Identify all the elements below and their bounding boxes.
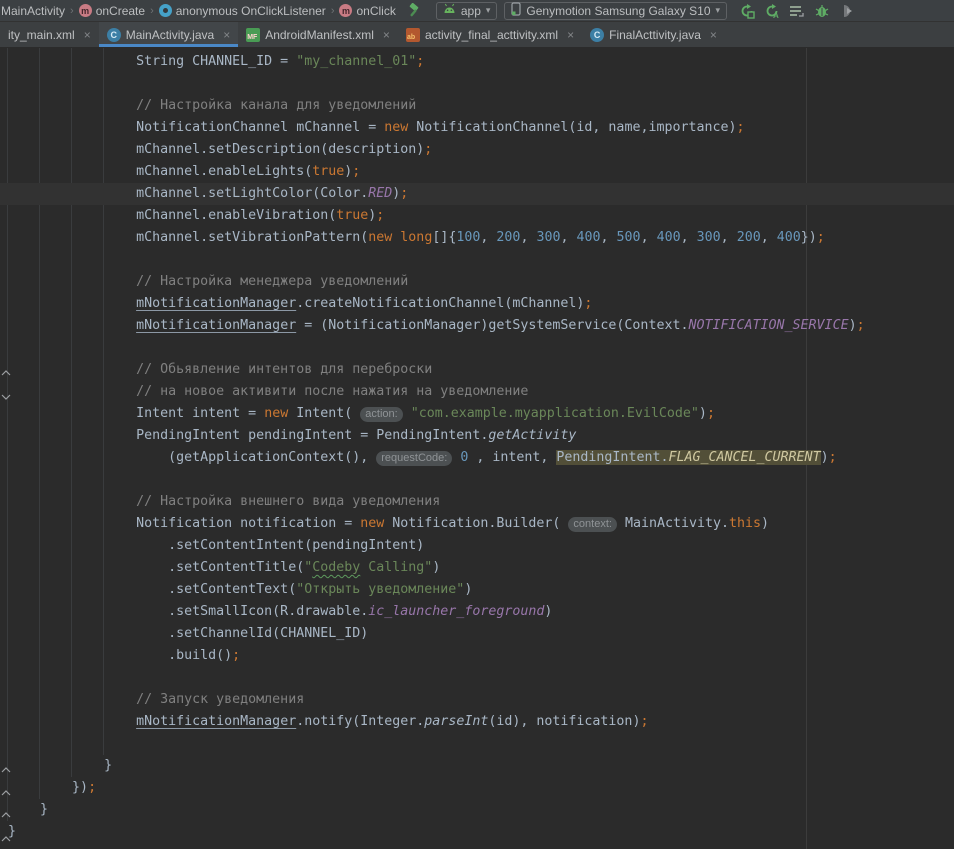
tab-label: activity_final_acttivity.xml: [425, 28, 558, 42]
tab-label: MainActivity.java: [126, 28, 214, 42]
device-label: Genymotion Samsung Galaxy S10: [526, 4, 710, 18]
code-line[interactable]: [0, 733, 954, 755]
android-studio-window: MainActivity › m onCreate › anonymous OnClick…: [0, 0, 954, 849]
chevron-down-icon: ▾: [486, 5, 491, 16]
attach-debugger-icon[interactable]: [839, 3, 855, 19]
editor-tabs: ity_main.xml × C MainActivity.java × MF Androi…: [0, 22, 954, 47]
breadcrumb-separator: ›: [70, 5, 74, 17]
code-line[interactable]: // на новое активити после нажатия на ув…: [0, 381, 954, 403]
breadcrumb-separator: ›: [150, 5, 154, 17]
code-line[interactable]: }: [0, 799, 954, 821]
breadcrumb-item[interactable]: m onCreate: [79, 4, 145, 18]
tab-activity-final-acttivity-xml[interactable]: ab activity_final_acttivity.xml ×: [398, 22, 582, 47]
manifest-file-icon: MF: [246, 28, 260, 42]
code-line[interactable]: [0, 73, 954, 95]
fold-marker-icon[interactable]: [1, 805, 11, 811]
method-icon: m: [79, 4, 92, 17]
android-icon: [443, 3, 456, 18]
code-line[interactable]: .setContentText("Открыть уведомление"): [0, 579, 954, 601]
code-line[interactable]: });: [0, 777, 954, 799]
code-line[interactable]: mNotificationManager = (NotificationMana…: [0, 315, 954, 337]
code-line[interactable]: NotificationChannel mChannel = new Notif…: [0, 117, 954, 139]
code-line[interactable]: .setChannelId(CHANNEL_ID): [0, 623, 954, 645]
close-icon[interactable]: ×: [223, 28, 230, 42]
code-line[interactable]: mChannel.setDescription(description);: [0, 139, 954, 161]
breadcrumb-item[interactable]: MainActivity: [1, 4, 65, 18]
tab-androidmanifest-xml[interactable]: MF AndroidManifest.xml ×: [238, 22, 398, 47]
code-line[interactable]: }: [0, 821, 954, 843]
code-line[interactable]: mChannel.setVibrationPattern(new long[]{…: [0, 227, 954, 249]
code-line[interactable]: [0, 249, 954, 271]
code-line[interactable]: // Настройка канала для уведомлений: [0, 95, 954, 117]
code-line[interactable]: [0, 337, 954, 359]
code-editor[interactable]: String CHANNEL_ID = "my_channel_01"; // …: [0, 48, 954, 849]
java-class-icon: C: [107, 28, 121, 42]
fold-marker-icon[interactable]: [1, 387, 11, 393]
chevron-down-icon: ▾: [716, 5, 721, 16]
code-line[interactable]: mChannel.setLightColor(Color.RED);: [0, 183, 954, 205]
breadcrumb-label: MainActivity: [1, 4, 65, 18]
close-icon[interactable]: ×: [383, 28, 390, 42]
code-line[interactable]: String CHANNEL_ID = "my_channel_01";: [0, 51, 954, 73]
code-line[interactable]: .setContentTitle("Codeby Calling"): [0, 557, 954, 579]
run-config-label: app: [461, 4, 481, 18]
breadcrumb-label: onClick: [356, 4, 395, 18]
code-line[interactable]: mChannel.enableLights(true);: [0, 161, 954, 183]
java-class-icon: C: [590, 28, 604, 42]
breadcrumb-item[interactable]: m onClick: [339, 4, 395, 18]
fold-marker-icon[interactable]: [1, 363, 11, 369]
close-icon[interactable]: ×: [710, 28, 717, 42]
phone-icon: [511, 2, 521, 19]
code-line[interactable]: // Настройка внешнего вида уведомления: [0, 491, 954, 513]
code-line[interactable]: .build();: [0, 645, 954, 667]
code-line[interactable]: mNotificationManager.notify(Integer.pars…: [0, 711, 954, 733]
list-with-arrow-icon[interactable]: [789, 3, 805, 19]
close-icon[interactable]: ×: [84, 28, 91, 42]
layout-xml-icon: ab: [406, 28, 420, 42]
code-line[interactable]: .setSmallIcon(R.drawable.ic_launcher_for…: [0, 601, 954, 623]
tab-mainactivity-java[interactable]: C MainActivity.java ×: [99, 22, 239, 47]
code-line[interactable]: .setContentIntent(pendingIntent): [0, 535, 954, 557]
code-line[interactable]: mChannel.enableVibration(true);: [0, 205, 954, 227]
method-icon: m: [339, 4, 352, 17]
anonymous-class-icon: [159, 4, 172, 17]
fold-marker-icon[interactable]: [1, 760, 11, 766]
code-line[interactable]: Intent intent = new Intent( action: "com…: [0, 403, 954, 425]
fold-marker-icon[interactable]: [1, 829, 11, 835]
toolbar-actions: A: [739, 3, 855, 19]
main-toolbar: MainActivity › m onCreate › anonymous OnClick…: [0, 0, 954, 22]
code-line[interactable]: [0, 667, 954, 689]
code-line[interactable]: [0, 843, 954, 849]
code-line[interactable]: // Обьявление интентов для переброски: [0, 359, 954, 381]
code-text[interactable]: String CHANNEL_ID = "my_channel_01"; // …: [0, 48, 954, 849]
close-icon[interactable]: ×: [567, 28, 574, 42]
apply-changes-restart-icon[interactable]: [739, 3, 755, 19]
breadcrumb: MainActivity › m onCreate › anonymous OnClick…: [1, 0, 396, 21]
code-line[interactable]: }: [0, 755, 954, 777]
code-line[interactable]: // Запуск уведомления: [0, 689, 954, 711]
device-selector[interactable]: Genymotion Samsung Galaxy S10 ▾: [504, 2, 727, 20]
fold-marker-icon[interactable]: [1, 783, 11, 789]
svg-text:A: A: [773, 11, 779, 19]
breadcrumb-separator: ›: [331, 5, 335, 17]
tab-label: ity_main.xml: [8, 28, 75, 42]
code-line[interactable]: // Настройка менеджера уведомлений: [0, 271, 954, 293]
run-config-selector[interactable]: app ▾: [436, 2, 498, 20]
code-line[interactable]: (getApplicationContext(), requestCode: 0…: [0, 447, 954, 469]
tab-label: AndroidManifest.xml: [265, 28, 374, 42]
tab-ity-main-xml[interactable]: ity_main.xml ×: [0, 22, 99, 47]
breadcrumb-label: onCreate: [96, 4, 145, 18]
code-line[interactable]: mNotificationManager.createNotificationC…: [0, 293, 954, 315]
tab-label: FinalActtivity.java: [609, 28, 701, 42]
code-line[interactable]: PendingIntent pendingIntent = PendingInt…: [0, 425, 954, 447]
breadcrumb-label: anonymous OnClickListener: [176, 4, 326, 18]
breadcrumb-item[interactable]: anonymous OnClickListener: [159, 4, 326, 18]
debug-icon[interactable]: [814, 3, 830, 19]
apply-code-changes-icon[interactable]: A: [764, 3, 780, 19]
code-line[interactable]: Notification notification = new Notifica…: [0, 513, 954, 535]
code-line[interactable]: [0, 469, 954, 491]
tab-finalacttivity-java[interactable]: C FinalActtivity.java ×: [582, 22, 725, 47]
build-hammer-icon[interactable]: [406, 3, 421, 18]
